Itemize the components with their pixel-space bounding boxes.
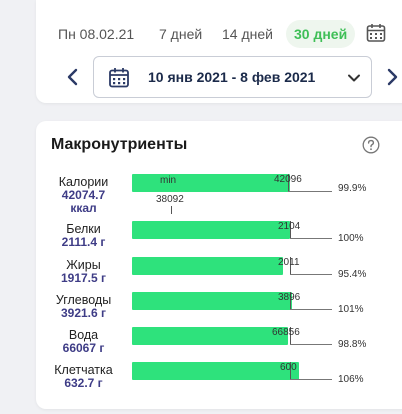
macro-percent: 101% bbox=[338, 304, 364, 315]
macro-bar-area: 2104 bbox=[132, 221, 332, 241]
next-period-icon[interactable] bbox=[383, 66, 401, 88]
macro-row-fats: Жиры 1917.5 г 2011 95.4% bbox=[36, 257, 402, 293]
macronutrients-card: Макронутриенты Калории 42074.7 ккал min … bbox=[36, 121, 402, 409]
chevron-down-icon bbox=[348, 74, 360, 82]
macro-percent: 98.8% bbox=[338, 339, 367, 350]
tab-7-days[interactable]: 7 дней bbox=[151, 20, 210, 48]
macro-value: 1917.5 г bbox=[60, 271, 107, 285]
macro-bar-area: 66856 bbox=[132, 327, 332, 347]
period-tabs: Пн 08.02.21 7 дней 14 дней 30 дней bbox=[36, 20, 402, 48]
target-value: 66856 bbox=[272, 327, 300, 338]
target-line bbox=[290, 274, 332, 275]
target-value: 42096 bbox=[274, 174, 302, 185]
macro-bar-area: min 42096 38092 bbox=[132, 174, 332, 214]
macro-bar bbox=[132, 292, 292, 310]
macro-bar-area: 3896 bbox=[132, 292, 332, 312]
target-value: 3896 bbox=[278, 292, 301, 303]
min-value: 38092 bbox=[156, 194, 184, 205]
macro-bar-area: 2011 bbox=[132, 257, 332, 277]
macro-value: 2111.4 г bbox=[61, 235, 106, 249]
macro-unit: ккал bbox=[70, 201, 97, 215]
target-line bbox=[290, 344, 332, 345]
target-line bbox=[288, 191, 332, 192]
macro-value: 42074.7 bbox=[61, 188, 106, 202]
target-line bbox=[290, 238, 332, 239]
macro-value: 66067 г bbox=[62, 341, 105, 355]
macro-percent: 106% bbox=[338, 374, 364, 385]
macro-percent: 95.4% bbox=[338, 269, 367, 280]
macronutrients-title: Макронутриенты bbox=[51, 136, 188, 153]
target-value: 2011 bbox=[278, 257, 300, 268]
target-line bbox=[290, 379, 332, 380]
macro-percent: 100% bbox=[338, 233, 364, 244]
period-card: Пн 08.02.21 7 дней 14 дней 30 дней 10 ян… bbox=[36, 0, 402, 103]
target-value: 600 bbox=[280, 362, 297, 373]
macro-percent: 99.9% bbox=[338, 183, 367, 194]
tab-30-days[interactable]: 30 дней bbox=[286, 20, 356, 48]
macro-row-calories: Калории 42074.7 ккал min 42096 38092 99.… bbox=[36, 174, 402, 214]
macro-bar-area: 600 bbox=[132, 362, 332, 382]
calendar-icon bbox=[109, 68, 129, 88]
target-value: 2104 bbox=[278, 221, 301, 232]
tab-14-days[interactable]: 14 дней bbox=[214, 20, 281, 48]
min-tick bbox=[171, 206, 172, 214]
macro-row-carbs: Углеводы 3921.6 г 3896 101% bbox=[36, 292, 402, 328]
prev-period-icon[interactable] bbox=[64, 66, 82, 88]
calendar-icon[interactable] bbox=[366, 23, 386, 43]
macro-bar bbox=[132, 221, 290, 239]
tab-day[interactable]: Пн 08.02.21 bbox=[50, 20, 142, 48]
macro-bar bbox=[132, 174, 290, 192]
macro-value: 632.7 г bbox=[64, 376, 103, 390]
min-label: min bbox=[160, 175, 177, 186]
macro-row-fiber: Клетчатка 632.7 г 600 106% bbox=[36, 362, 402, 398]
macro-bar bbox=[132, 327, 289, 345]
macro-row-protein: Белки 2111.4 г 2104 100% bbox=[36, 221, 402, 257]
macro-row-water: Вода 66067 г 66856 98.8% bbox=[36, 327, 402, 363]
macro-bar bbox=[132, 257, 283, 275]
target-line bbox=[290, 309, 332, 310]
macro-bar bbox=[132, 362, 300, 380]
help-icon[interactable] bbox=[362, 136, 380, 154]
date-range-select[interactable]: 10 янв 2021 - 8 фев 2021 bbox=[93, 56, 372, 98]
date-range-label: 10 янв 2021 - 8 фев 2021 bbox=[148, 69, 316, 85]
macro-value: 3921.6 г bbox=[60, 306, 107, 320]
